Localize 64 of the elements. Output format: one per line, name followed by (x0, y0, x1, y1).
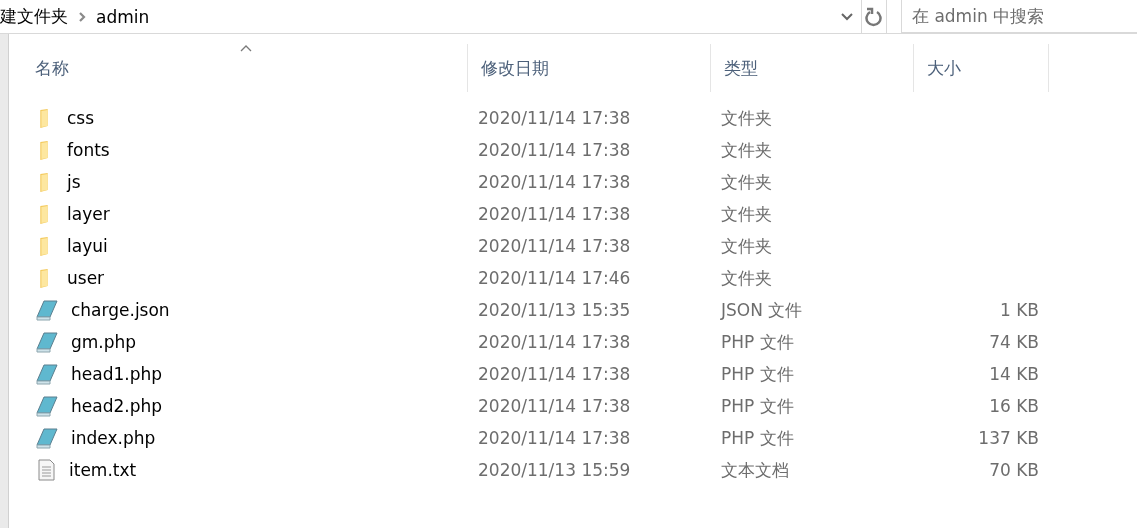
column-header[interactable]: 修改日期 (468, 44, 711, 92)
folder-icon (40, 268, 48, 288)
file-type: 文件夹 (721, 139, 772, 160)
file-size: 14 KB (989, 364, 1039, 384)
file-name[interactable]: index.php (71, 428, 156, 448)
modified-date: 2020/11/13 15:35 (478, 300, 631, 320)
file-name[interactable]: head2.php (71, 396, 163, 416)
file-type: PHP 文件 (721, 427, 794, 448)
document-icon (35, 299, 59, 321)
column-header[interactable]: 名称 (22, 44, 468, 92)
file-type: PHP 文件 (721, 395, 794, 416)
modified-date: 2020/11/14 17:38 (478, 236, 631, 256)
modified-date: 2020/11/13 15:59 (478, 460, 631, 480)
file-name[interactable]: layer (67, 204, 110, 224)
file-type: 文件夹 (721, 171, 772, 192)
folder-icon (40, 204, 48, 224)
file-name[interactable]: head1.php (71, 364, 163, 384)
file-type: PHP 文件 (721, 331, 794, 352)
file-name[interactable]: gm.php (71, 332, 137, 352)
address-bar[interactable]: 建文件夹 admin (0, 0, 862, 33)
file-name[interactable]: layui (67, 236, 108, 256)
file-type: 文件夹 (721, 107, 772, 128)
document-icon (35, 363, 59, 385)
search-field[interactable]: 在 admin 中搜索 (901, 0, 1137, 33)
text-file-icon (35, 459, 57, 481)
breadcrumb-item[interactable]: 建文件夹 (0, 5, 68, 28)
folder-icon (40, 108, 48, 128)
modified-date: 2020/11/14 17:38 (478, 332, 631, 352)
file-type: 文件夹 (721, 267, 772, 288)
document-icon (35, 395, 59, 417)
file-size: 70 KB (989, 460, 1039, 480)
folder-icon (40, 236, 48, 256)
chevron-right-icon (78, 11, 86, 22)
modified-date: 2020/11/14 17:38 (478, 140, 631, 160)
dropdown-icon[interactable] (840, 12, 853, 21)
modified-date: 2020/11/14 17:38 (478, 396, 631, 416)
file-name[interactable]: charge.json (71, 300, 170, 320)
folder-icon (40, 172, 48, 192)
modified-date: 2020/11/14 17:46 (478, 268, 631, 288)
file-size: 16 KB (989, 396, 1039, 416)
modified-date: 2020/11/14 17:38 (478, 172, 631, 192)
file-type: JSON 文件 (721, 299, 803, 320)
file-name[interactable]: item.txt (69, 460, 137, 480)
file-name[interactable]: user (67, 268, 105, 288)
column-header[interactable]: 大小 (914, 44, 1049, 92)
file-size: 74 KB (989, 332, 1039, 352)
file-name[interactable]: js (67, 172, 81, 192)
breadcrumb-item[interactable]: admin (96, 6, 150, 27)
file-name[interactable]: fonts (67, 140, 110, 160)
file-size: 137 KB (978, 428, 1039, 448)
folder-icon (40, 140, 48, 160)
file-type: 文件夹 (721, 203, 772, 224)
modified-date: 2020/11/14 17:38 (478, 108, 631, 128)
file-type: 文件夹 (721, 235, 772, 256)
column-header[interactable]: 类型 (711, 44, 914, 92)
file-name[interactable]: css (67, 108, 95, 128)
modified-date: 2020/11/14 17:38 (478, 204, 631, 224)
file-type: 文本文档 (721, 459, 789, 480)
modified-date: 2020/11/14 17:38 (478, 364, 631, 384)
modified-date: 2020/11/14 17:38 (478, 428, 631, 448)
document-icon (35, 331, 59, 353)
file-type: PHP 文件 (721, 363, 794, 384)
document-icon (35, 427, 59, 449)
file-size: 1 KB (999, 300, 1039, 320)
